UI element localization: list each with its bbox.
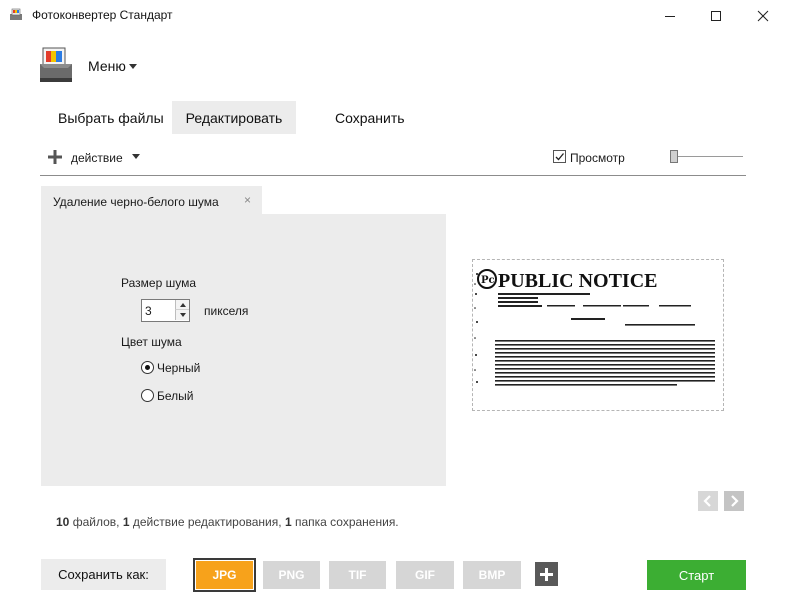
save-as-label: Сохранить как: [41, 559, 166, 590]
chevron-down-icon [129, 64, 137, 69]
maximize-icon [711, 11, 721, 21]
previous-image-button[interactable] [698, 491, 718, 511]
tab-save[interactable]: Сохранить [317, 101, 423, 134]
format-png-button[interactable]: PNG [263, 561, 320, 589]
zoom-slider-thumb[interactable] [670, 150, 678, 163]
toolbar-divider [40, 175, 746, 176]
format-tif-button[interactable]: TIF [329, 561, 386, 589]
zoom-slider-track[interactable] [672, 156, 743, 157]
document-scan-image: Pc PUBLIC NOTICE [473, 260, 723, 410]
close-icon[interactable]: × [244, 193, 251, 207]
minimize-icon [665, 16, 675, 17]
close-button[interactable] [740, 0, 786, 32]
noise-size-label: Размер шума [121, 276, 196, 290]
summary-stats: 10 файлов, 1 действие редактирования, 1 … [56, 515, 399, 529]
tab-select-files[interactable]: Выбрать файлы [40, 101, 182, 134]
format-bmp-button[interactable]: BMP [463, 561, 521, 589]
preview-label[interactable]: Просмотр [570, 151, 625, 165]
arrow-down-icon [179, 313, 186, 317]
noise-color-label: Цвет шума [121, 335, 182, 349]
pixels-unit-label: пикселя [204, 304, 249, 318]
arrow-up-icon [179, 302, 186, 307]
folders-count: 1 [284, 515, 292, 529]
radio-black-label[interactable]: Черный [157, 361, 200, 375]
chevron-down-icon[interactable] [132, 154, 140, 159]
add-format-button[interactable] [535, 562, 558, 586]
actions-label: действие редактирования, [132, 515, 282, 529]
files-count: 10 [56, 515, 70, 529]
radio-white[interactable] [141, 389, 154, 402]
stepper-up-button[interactable] [175, 300, 189, 310]
add-action-button[interactable]: действие [71, 151, 123, 165]
chevron-right-icon [731, 495, 739, 507]
stepper-down-button[interactable] [175, 310, 189, 320]
effect-settings-panel [41, 214, 446, 486]
svg-text:Pc: Pc [481, 275, 495, 286]
preview-checkbox[interactable] [553, 150, 566, 163]
tab-edit[interactable]: Редактировать [172, 101, 296, 134]
maximize-button[interactable] [693, 0, 739, 32]
radio-white-label[interactable]: Белый [157, 389, 193, 403]
preview-image: Pc PUBLIC NOTICE [472, 259, 724, 411]
noise-size-input[interactable]: 3 [145, 304, 152, 318]
format-gif-button[interactable]: GIF [396, 561, 454, 589]
radio-black[interactable] [141, 361, 154, 374]
start-button[interactable]: Старт [647, 560, 746, 590]
close-icon [757, 10, 769, 22]
format-jpg-button[interactable]: JPG [196, 561, 253, 589]
actions-count: 1 [122, 515, 130, 529]
app-logo-icon[interactable] [38, 44, 74, 84]
preview-headline: PUBLIC NOTICE [498, 270, 657, 292]
effect-tab-title: Удаление черно-белого шума [53, 195, 219, 209]
next-image-button[interactable] [724, 491, 744, 511]
radio-selected-dot [145, 365, 150, 370]
checkmark-icon [555, 153, 564, 161]
minimize-button[interactable] [647, 0, 693, 32]
add-action-icon[interactable] [48, 150, 62, 164]
photo-converter-icon [9, 8, 23, 22]
files-label: файлов, [72, 515, 120, 529]
plus-icon [540, 567, 553, 581]
menu-button[interactable]: Меню [88, 58, 126, 74]
folders-label: папка сохранения. [294, 515, 399, 529]
chevron-left-icon [703, 495, 711, 507]
window-title: Фотоконвертер Стандарт [32, 8, 173, 22]
